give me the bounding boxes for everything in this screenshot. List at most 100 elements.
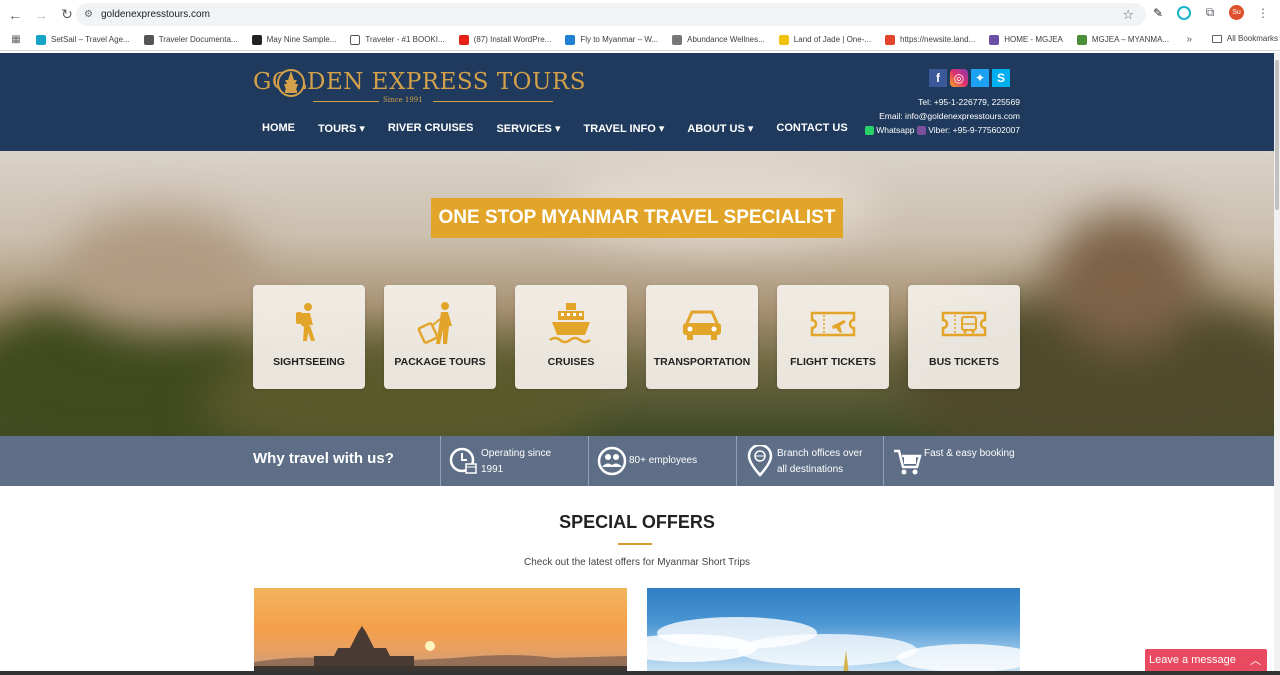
bookmark-item[interactable]: (87) Install WordPre... <box>458 34 552 45</box>
address-bar[interactable]: ⚙ goldenexpresstours.com ☆ <box>76 3 1146 26</box>
bookmark-label: Abundance Wellnes... <box>687 35 765 44</box>
hiker-icon <box>296 303 315 341</box>
nav-item[interactable]: ABOUT US ▾ <box>687 122 753 135</box>
bookmark-label: https://newsite.land... <box>900 35 976 44</box>
bookmark-item[interactable]: Fly to Myanmar – W... <box>565 34 659 45</box>
service-card-bus-tickets[interactable]: BUS TICKETS <box>908 285 1020 389</box>
bookmark-label: Traveler Documenta... <box>158 35 238 44</box>
facebook-icon[interactable]: f <box>929 69 947 87</box>
whatsapp-label[interactable]: Whatsapp <box>876 125 914 135</box>
traveler-luggage-icon <box>417 302 452 344</box>
extensions-puzzle-icon[interactable]: ⧉ <box>1203 5 1217 20</box>
bookmark-item[interactable]: https://newsite.land... <box>885 34 976 45</box>
service-label: SIGHTSEEING <box>273 356 345 368</box>
apps-grid-icon[interactable]: ▦ <box>4 34 28 45</box>
why-item-booking: Fast & easy booking <box>883 436 1033 486</box>
eyedropper-extension-icon[interactable]: ✎ <box>1151 6 1165 20</box>
sky-clouds-image <box>647 617 1020 675</box>
bookmark-label: MGJEA – MYANMA... <box>1091 35 1170 44</box>
browser-menu-icon[interactable]: ⋮ <box>1256 6 1270 20</box>
leave-message-widget[interactable]: Leave a message ︿ <box>1145 649 1267 671</box>
service-card-package-tours[interactable]: PACKAGE TOURS <box>384 285 496 389</box>
profile-avatar[interactable]: Su <box>1229 5 1244 20</box>
site-info-icon[interactable]: ⚙ <box>84 9 93 20</box>
bookmark-label: (87) Install WordPre... <box>473 35 552 44</box>
service-label: CRUISES <box>547 356 595 368</box>
nav-item[interactable]: HOME <box>262 122 295 135</box>
back-icon[interactable]: ← <box>4 4 26 26</box>
bookmark-item[interactable]: MGJEA – MYANMA... <box>1076 34 1170 45</box>
nav-item[interactable]: CONTACT US <box>776 122 847 135</box>
why-title: Why travel with us? <box>253 450 394 467</box>
nav-item[interactable]: SERVICES ▾ <box>496 122 560 135</box>
hero-title: ONE STOP MYANMAR TRAVEL SPECIALIST <box>431 198 843 238</box>
bookmark-label: SetSail – Travel Age... <box>51 35 130 44</box>
bookmark-label: Fly to Myanmar – W... <box>580 35 659 44</box>
bookmark-item[interactable]: May Nine Sample... <box>251 34 336 45</box>
reload-icon[interactable]: ↻ <box>56 4 78 26</box>
service-cards: SIGHTSEEING PACKAGE TOURS CRUISES TRANSP… <box>253 285 1020 389</box>
service-card-transportation[interactable]: TRANSPORTATION <box>646 285 758 389</box>
service-label: FLIGHT TICKETS <box>790 356 876 368</box>
bus-ticket-icon <box>941 311 987 337</box>
why-item-operating: Operating since 1991 <box>440 436 588 486</box>
bookmark-item[interactable]: Traveler - #1 BOOKI... <box>350 34 445 45</box>
nav-item[interactable]: TOURS ▾ <box>318 122 365 135</box>
why-item-text-2: all destinations <box>777 464 844 475</box>
bookmark-item[interactable]: SetSail – Travel Age... <box>36 34 130 45</box>
why-travel-band: Why travel with us? Operating since 1991… <box>0 436 1274 486</box>
why-item-text-1: Operating since <box>481 448 552 459</box>
bookmark-favicon-icon <box>1076 34 1087 45</box>
all-bookmarks-label: All Bookmarks <box>1226 34 1278 43</box>
service-card-flight-tickets[interactable]: FLIGHT TICKETS <box>777 285 889 389</box>
bookmark-favicon-icon <box>143 34 154 45</box>
car-icon <box>683 310 721 340</box>
offer-image-pagoda-sky[interactable] <box>647 588 1020 675</box>
url-text: goldenexpresstours.com <box>100 9 210 20</box>
special-offers-subtitle: Check out the latest offers for Myanmar … <box>523 557 751 568</box>
service-card-sightseeing[interactable]: SIGHTSEEING <box>253 285 365 389</box>
site-logo[interactable]: GOLDEN EXPRESS TOURS Since 1991 <box>253 66 586 106</box>
bookmark-favicon-icon <box>565 34 576 45</box>
service-card-cruises[interactable]: CRUISES <box>515 285 627 389</box>
title-underline <box>618 543 652 545</box>
map-pin-icon <box>747 445 773 477</box>
phone-text: Tel: +95-1-226779, 225569 <box>918 97 1020 107</box>
bookmark-favicon-icon <box>350 34 361 45</box>
instagram-icon[interactable]: ◎ <box>950 69 968 87</box>
nav-item[interactable]: TRAVEL INFO ▾ <box>583 122 664 135</box>
grammarly-extension-icon[interactable] <box>1177 5 1191 20</box>
bookmark-item[interactable]: HOME - MGJEA <box>989 34 1063 45</box>
bookmark-label: Traveler - #1 BOOKI... <box>365 35 445 44</box>
flight-ticket-icon <box>810 311 856 337</box>
twitter-icon[interactable]: ✦ <box>971 69 989 87</box>
special-offers-title: SPECIAL OFFERS <box>559 512 715 532</box>
nav-item[interactable]: RIVER CRUISES <box>388 122 474 135</box>
bookmarks-overflow-button[interactable]: » <box>1186 34 1192 45</box>
bookmark-item[interactable]: Traveler Documenta... <box>143 34 238 45</box>
taskbar-edge <box>0 671 1280 675</box>
why-item-text-1: Fast & easy booking <box>924 448 1015 459</box>
bookmark-favicon-icon <box>989 34 1000 45</box>
ship-icon <box>549 303 591 344</box>
email-text[interactable]: Email: info@goldenexpresstours.com <box>865 109 1020 123</box>
bookmark-item[interactable]: Abundance Wellnes... <box>672 34 765 45</box>
bookmark-star-icon[interactable]: ☆ <box>1122 7 1134 23</box>
skype-icon[interactable]: S <box>992 69 1010 87</box>
service-label: TRANSPORTATION <box>653 356 751 368</box>
leave-message-label: Leave a message <box>1149 654 1236 666</box>
bookmark-favicon-icon <box>458 34 469 45</box>
social-links: f ◎ ✦ S <box>929 69 1010 87</box>
service-label: PACKAGE TOURS <box>394 356 486 368</box>
all-bookmarks-button[interactable]: All Bookmarks <box>1211 34 1278 43</box>
forward-icon[interactable]: → <box>30 4 52 26</box>
bookmark-item[interactable]: Land of Jade | One-... <box>778 34 871 45</box>
bookmark-favicon-icon <box>251 34 262 45</box>
chevron-up-icon: ︿ <box>1250 655 1261 667</box>
offer-image-bagan-sunset[interactable] <box>254 588 627 675</box>
scrollbar-thumb[interactable] <box>1275 60 1279 210</box>
main-navigation: HOME TOURS ▾ RIVER CRUISES SERVICES ▾ TRAVEL… <box>262 122 871 135</box>
bookmark-favicon-icon <box>672 34 683 45</box>
bookmark-favicon-icon <box>36 34 46 45</box>
viber-label[interactable]: Viber: +95-9-775602007 <box>928 125 1020 135</box>
